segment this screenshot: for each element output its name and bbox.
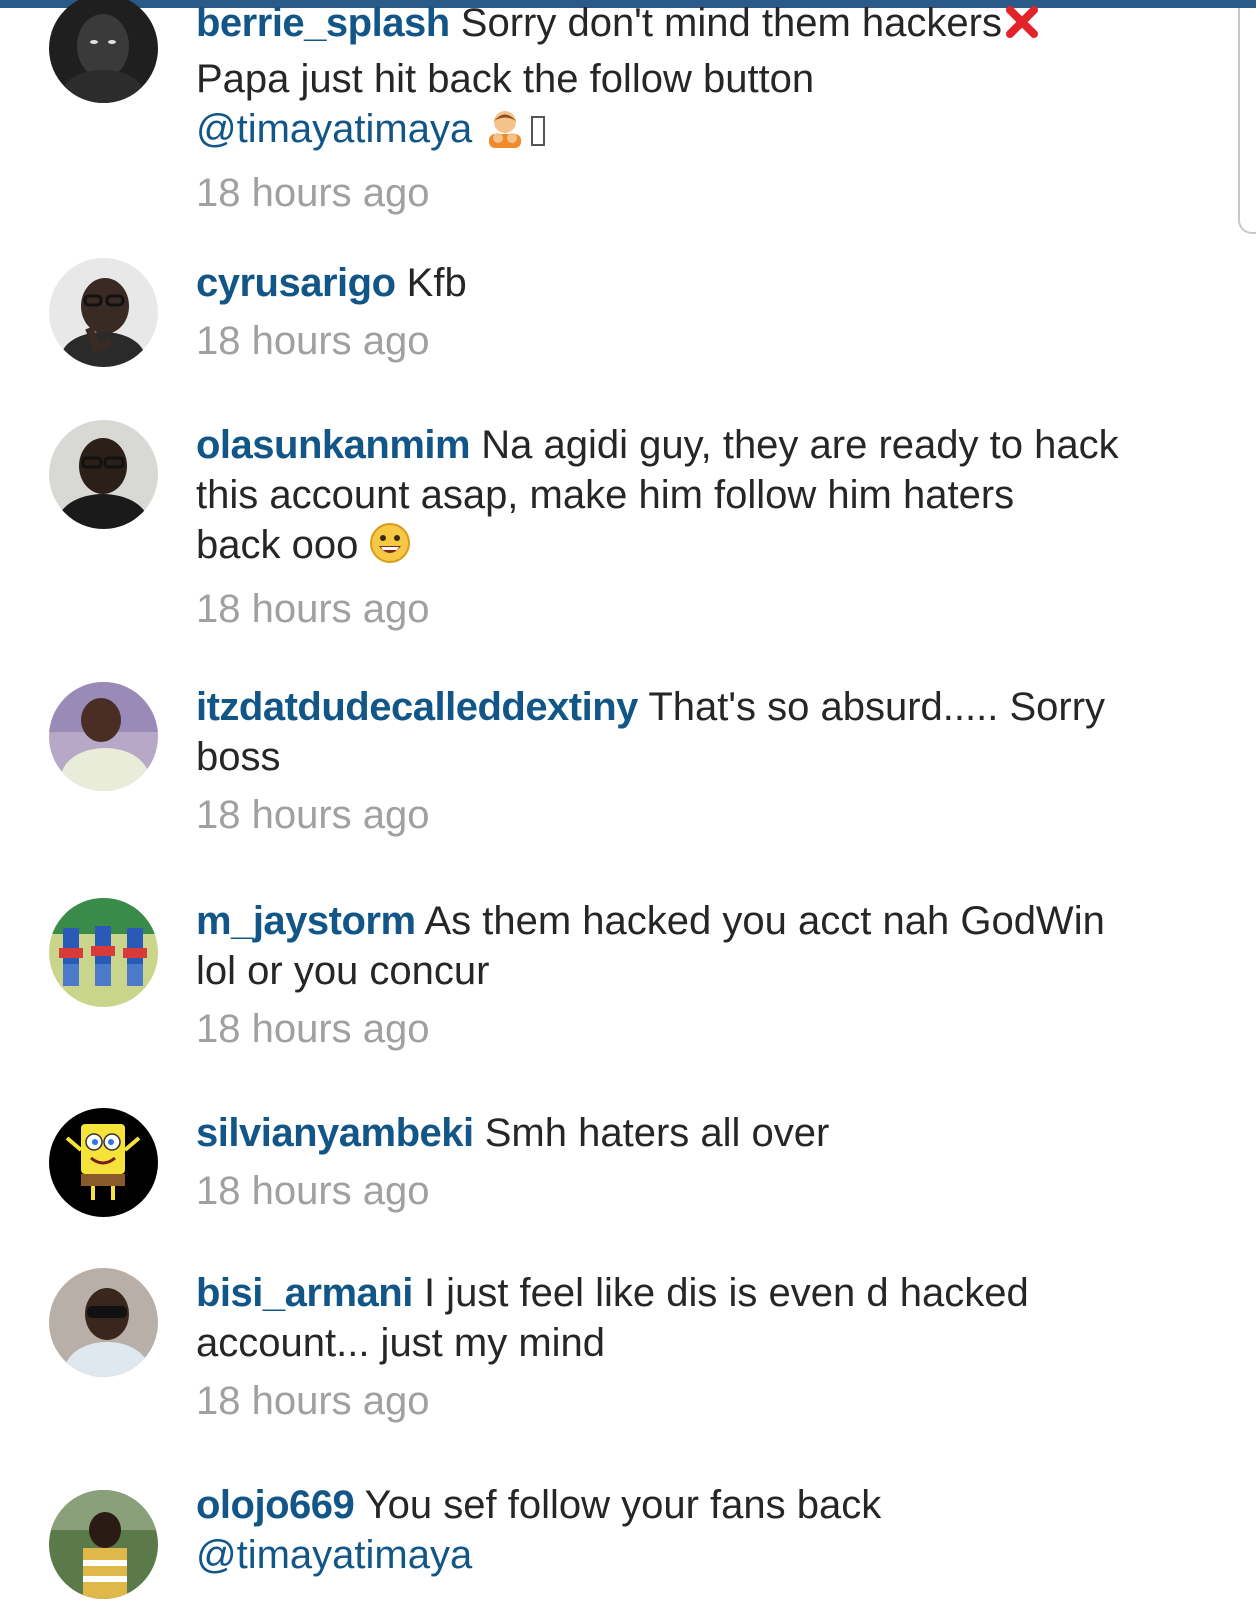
comment-timestamp: 18 hours ago xyxy=(196,1169,430,1213)
comment-timestamp: 18 hours ago xyxy=(196,319,430,363)
comment-body: olasunkanmim Na agidi guy, they are read… xyxy=(196,420,1196,634)
comment-body: itzdatdudecalleddextiny That's so absurd… xyxy=(196,682,1196,840)
comment-body: olojo669 You sef follow your fans back @… xyxy=(196,1480,1196,1580)
comment-username[interactable]: olasunkanmim xyxy=(196,423,471,467)
comment-username[interactable]: cyrusarigo xyxy=(196,261,396,305)
comment-text: As them hacked you acct nah GodWin xyxy=(424,899,1105,943)
comment-body: m_jaystorm As them hacked you acct nah G… xyxy=(196,896,1196,1054)
comment-text-line2: lol or you concur xyxy=(196,949,490,993)
comment-body: cyrusarigo Kfb 18 hours ago xyxy=(196,258,1196,366)
cross-mark-icon xyxy=(1002,2,1042,54)
comment-text: Sorry don't mind them hackers xyxy=(460,1,1002,45)
comment-text: Smh haters all over xyxy=(484,1111,830,1155)
comment-text-line2: boss xyxy=(196,735,281,779)
grinning-face-icon xyxy=(369,522,411,576)
comments-screen: berrie_splash Sorry don't mind them hack… xyxy=(0,0,1256,1600)
comment-timestamp: 18 hours ago xyxy=(196,1007,430,1051)
comment-body: bisi_armani I just feel like dis is even… xyxy=(196,1268,1196,1426)
avatar[interactable] xyxy=(49,1490,158,1599)
missing-glyph-icon xyxy=(531,116,546,146)
comment-text: Na agidi guy, they are ready to hack xyxy=(481,423,1119,467)
comment-username[interactable]: itzdatdudecalleddextiny xyxy=(196,685,638,729)
comment-text-line2: this account asap, make him follow him h… xyxy=(196,473,1015,517)
comment-username[interactable]: silvianyambeki xyxy=(196,1111,474,1155)
comment-body: berrie_splash Sorry don't mind them hack… xyxy=(196,0,1196,218)
comment-text: Kfb xyxy=(406,261,467,305)
mention-link[interactable]: @timayatimaya xyxy=(196,107,472,151)
comment-username[interactable]: bisi_armani xyxy=(196,1271,413,1315)
avatar[interactable] xyxy=(49,682,158,791)
comment-username[interactable]: m_jaystorm xyxy=(196,899,416,943)
comment-text-line3: back ooo xyxy=(196,523,359,567)
comment-text-line2: account... just my mind xyxy=(196,1321,606,1365)
comment-timestamp: 18 hours ago xyxy=(196,1379,430,1423)
comment-timestamp: 18 hours ago xyxy=(196,793,430,837)
avatar[interactable] xyxy=(49,420,158,529)
avatar[interactable] xyxy=(49,1268,158,1377)
comment-text-line2: Papa just hit back the follow button xyxy=(196,57,815,101)
comment-timestamp: 18 hours ago xyxy=(196,587,430,631)
comment-text: I just feel like dis is even d hacked xyxy=(423,1271,1029,1315)
person-bowing-icon xyxy=(483,108,527,160)
comment-timestamp: 18 hours ago xyxy=(196,171,430,215)
mention-link[interactable]: @timayatimaya xyxy=(196,1533,472,1577)
avatar[interactable] xyxy=(49,1108,158,1217)
comment-username[interactable]: olojo669 xyxy=(196,1483,355,1527)
avatar[interactable] xyxy=(49,0,158,103)
comment-text: That's so absurd..... Sorry xyxy=(648,685,1106,729)
avatar[interactable] xyxy=(49,898,158,1007)
comment-username[interactable]: berrie_splash xyxy=(196,1,450,45)
avatar[interactable] xyxy=(49,258,158,367)
comment-text: You sef follow your fans back xyxy=(364,1483,882,1527)
scroll-indicator xyxy=(1238,8,1256,234)
comment-body: silvianyambeki Smh haters all over 18 ho… xyxy=(196,1108,1196,1216)
